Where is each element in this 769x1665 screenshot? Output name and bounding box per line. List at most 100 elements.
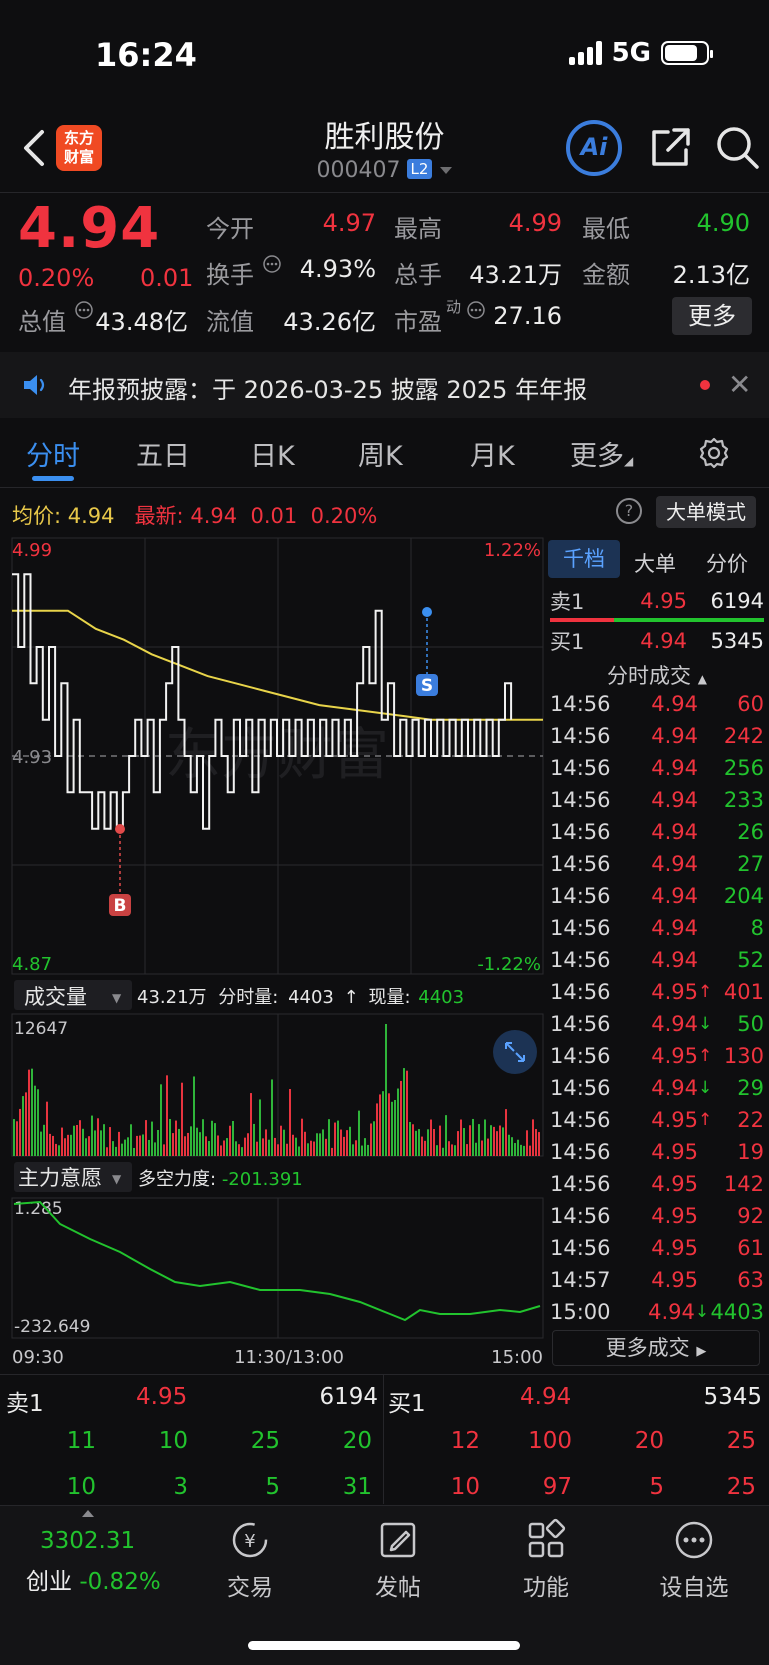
tick-time: 14:56: [550, 1140, 611, 1164]
force-text-label: 多空力度:: [138, 1169, 216, 1190]
info-dots-icon[interactable]: [74, 300, 94, 320]
tab-price-dist[interactable]: 分价: [706, 548, 748, 578]
nav-functions[interactable]: 功能: [486, 1518, 606, 1602]
info-dots-icon[interactable]: [262, 254, 282, 274]
signal-icon: [568, 41, 602, 65]
orderbook-cell: 97: [542, 1474, 572, 1500]
more-trades-button[interactable]: 更多成交 ▶: [552, 1330, 760, 1366]
header-divider: [0, 192, 769, 193]
volume-bar: [103, 1124, 105, 1156]
tab-daily-k[interactable]: 日K: [250, 434, 295, 473]
tick-trade-row: 14:56 4.94 26: [550, 816, 764, 848]
tick-volume: 61: [737, 1236, 764, 1260]
turnover-label: 换手: [206, 261, 254, 289]
volume-bar: [472, 1118, 474, 1156]
volume-bar: [373, 1121, 375, 1156]
y-bottom-label: 4.87: [12, 954, 52, 975]
volume-bar: [106, 1147, 108, 1156]
volume-bar: [118, 1131, 120, 1156]
last-change: 0.01: [250, 504, 298, 528]
tab-more[interactable]: 更多◢: [570, 434, 633, 473]
tab-order-depth[interactable]: 千档: [548, 540, 620, 578]
volume-label: 总手: [394, 261, 442, 289]
index-value[interactable]: 3302.31: [40, 1528, 135, 1554]
x-label-open: 09:30: [12, 1347, 64, 1368]
gear-icon[interactable]: [697, 436, 731, 470]
volume-bar: [448, 1141, 450, 1156]
search-icon[interactable]: [714, 124, 760, 170]
volume-bar: [283, 1129, 285, 1156]
level-badge: L2: [406, 159, 433, 179]
nav-trade[interactable]: ¥ 交易: [190, 1518, 310, 1602]
trade-icon: ¥: [232, 1522, 268, 1558]
volume-bar: [19, 1108, 21, 1156]
volume-bar: [142, 1134, 144, 1156]
volume-bar: [457, 1131, 459, 1156]
volume-bar: [511, 1137, 513, 1156]
volume-bar: [181, 1082, 183, 1156]
ai-assistant-icon[interactable]: Ai: [566, 120, 622, 176]
more-quote-button[interactable]: 更多: [672, 297, 752, 335]
sort-up-icon: ▲: [697, 672, 707, 686]
tick-trade-row: 14:56 4.94 204: [550, 880, 764, 912]
sell-marker-label: S: [421, 676, 433, 696]
volume-bar: [358, 1110, 360, 1156]
tick-trades-header[interactable]: 分时成交 ▲: [550, 660, 764, 690]
index-info[interactable]: 创业 -0.82%: [26, 1562, 161, 1596]
tick-volume: 8: [750, 916, 764, 940]
tab-monthly-k[interactable]: 月K: [470, 434, 515, 473]
big-order-mode-button[interactable]: 大单模式: [656, 496, 756, 528]
tick-volume: 142: [723, 1172, 764, 1196]
share-icon[interactable]: [648, 124, 694, 170]
amount-label: 金额: [582, 261, 630, 289]
index-name: 创业: [26, 1569, 72, 1595]
tick-trade-row: 14:56 4.94 ↓ 50: [550, 1008, 764, 1040]
tick-price: 4.94: [651, 724, 698, 748]
dropdown-icon: ◢: [624, 454, 634, 468]
volume-bar: [415, 1130, 417, 1156]
home-indicator[interactable]: [248, 1641, 520, 1650]
index-percent: -0.82%: [79, 1569, 161, 1595]
volume-bar: [79, 1120, 81, 1156]
volume-bar: [475, 1142, 477, 1156]
chart-info-row: 均价: 4.94 最新: 4.94 0.01 0.20%: [12, 500, 377, 530]
tick-time: 14:56: [550, 1204, 611, 1228]
more-dots-icon: [675, 1521, 713, 1559]
volume-bar: [481, 1140, 483, 1156]
speaker-icon: [24, 375, 45, 395]
volume-bar: [388, 1093, 390, 1156]
svg-text:¥: ¥: [244, 1531, 255, 1552]
tab-weekly-k[interactable]: 周K: [358, 434, 403, 473]
volume-bar: [205, 1136, 207, 1156]
tick-time: 14:56: [550, 756, 611, 780]
volume-bar: [214, 1123, 216, 1156]
expand-button[interactable]: [493, 1030, 537, 1074]
tab-intraday[interactable]: 分时: [26, 434, 80, 473]
volume-bar: [526, 1130, 528, 1156]
tab-five-day[interactable]: 五日: [136, 434, 190, 473]
volume-total: 43.21万: [137, 987, 207, 1008]
nav-post[interactable]: 发帖: [338, 1518, 458, 1602]
volume-bar: [262, 1138, 264, 1156]
volume-bar: [244, 1137, 246, 1156]
nav-add-watchlist[interactable]: 设自选: [634, 1518, 754, 1602]
pe-value: 27.16: [493, 302, 562, 330]
volume-bar: [433, 1128, 435, 1156]
help-icon[interactable]: ?: [616, 498, 642, 524]
volume-bar: [346, 1130, 348, 1156]
notice-text[interactable]: 年报预披露：于 2026-03-25 披露 2025 年年报: [68, 370, 587, 405]
volume-bar: [499, 1125, 501, 1156]
volume-bar: [109, 1127, 111, 1156]
info-dots-icon[interactable]: [466, 300, 486, 320]
tick-time: 14:56: [550, 724, 611, 748]
volume-bar: [217, 1135, 219, 1156]
volume-bar: [223, 1140, 225, 1156]
close-icon[interactable]: ✕: [728, 368, 751, 401]
tick-price: 4.95: [651, 1044, 698, 1068]
tick-trade-row: 14:56 4.95 92: [550, 1200, 764, 1232]
orderbook-cell: 31: [342, 1474, 372, 1500]
tick-time: 14:56: [550, 1076, 611, 1100]
expand-index-icon[interactable]: [82, 1510, 94, 1517]
force-line: [13, 1200, 541, 1322]
tab-big-orders[interactable]: 大单: [634, 548, 676, 578]
